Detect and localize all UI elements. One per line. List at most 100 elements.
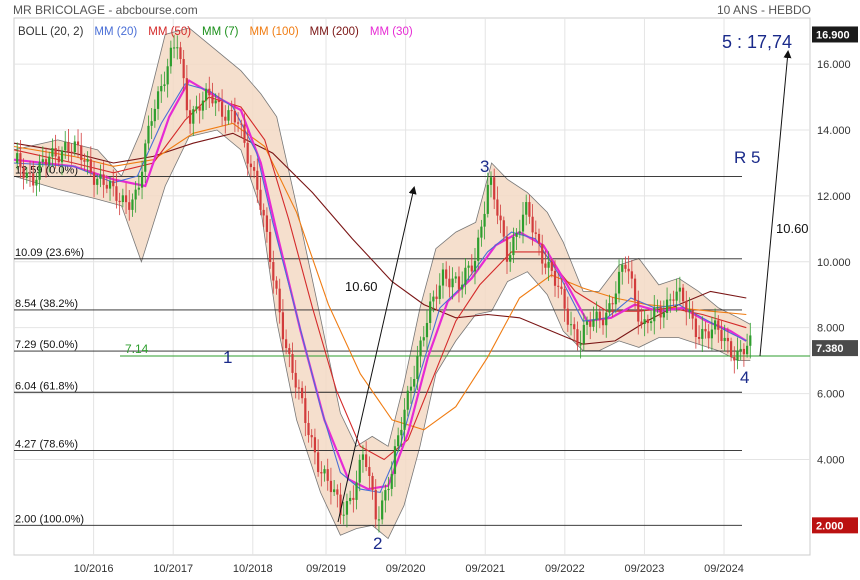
legend-item: MM (20) [94,26,137,38]
candle-body [643,319,646,324]
candle-body [201,100,204,111]
y-tick-label: 6.000 [817,389,845,401]
candle-body [358,459,361,483]
target-label: 5 : 17,74 [722,32,792,52]
candle-body [512,236,515,256]
legend-item: MM (7) [202,26,239,38]
candle-body [304,398,307,423]
y-tick-label: 16.000 [817,59,851,71]
candle-body [406,390,409,410]
candle-body [182,59,185,79]
y-tick-label: 14.000 [817,125,851,137]
support-label: 7.14 [125,342,149,356]
candle-body [172,47,176,49]
candle-body [76,141,80,146]
candle-body [611,303,614,305]
candle-body [505,236,509,262]
candle-body [403,409,406,430]
candle-body [749,335,752,346]
candle-body [621,264,624,272]
candle-body [64,142,67,151]
candle-body [477,237,480,261]
x-tick-label: 10/2016 [74,563,114,575]
candle-body [582,324,585,344]
legend-item: MM (50) [148,26,191,38]
candle-body [124,195,128,203]
candle-body [576,329,579,346]
candle-body [704,328,707,332]
candle-body [342,514,345,516]
candle-body [422,337,425,341]
candle-body [665,299,669,313]
candle-body [86,159,89,162]
candle-body [291,353,294,373]
candle-body [697,337,701,339]
candle-body [28,172,32,174]
candle-body [425,322,429,338]
candle-body [701,328,704,339]
candle-body [160,85,163,92]
fibonacci-level-label: 10.09 (23.6%) [15,247,84,259]
candle-body [589,321,592,327]
candle-body [736,350,739,361]
candle-body [547,261,550,268]
candle-body [259,189,262,210]
candle-body [323,469,326,474]
candle-body [393,446,397,474]
candle-body [445,269,448,279]
candle-body [67,142,70,152]
candle-body [150,121,153,126]
y-tick-label: 10.000 [817,257,851,269]
wave-1-label: 1 [223,348,232,367]
candle-body [166,66,169,85]
candle-body [217,100,220,103]
candle-body [646,319,649,324]
candle-body [262,209,265,216]
candle-body [371,475,374,490]
candle-body [381,500,384,520]
candle-body [640,321,643,324]
candle-body [454,276,457,279]
candle-body [630,271,633,279]
candle-body [230,110,233,112]
candle-body [188,110,192,124]
candle-body [448,278,451,288]
y-tick-label: 12.000 [817,191,851,203]
candle-body [288,348,291,354]
candle-body [70,151,73,153]
candle-body [573,324,576,330]
candle-body [685,301,688,313]
candle-body [541,243,544,264]
candle-body [246,142,249,164]
candle-body [128,202,131,210]
candle-body [233,110,236,123]
candle-body [457,276,461,290]
candle-body [352,497,355,500]
candle-body [496,199,499,216]
candle-body [566,308,569,325]
candle-body [544,263,547,268]
candle-body [265,215,269,232]
candle-body [688,310,691,313]
candle-body [102,174,105,185]
x-tick-label: 09/2024 [704,563,744,575]
candle-body [310,435,313,438]
low-price-tag: 2.000 [816,520,844,532]
candle-body [489,177,493,185]
candle-body [413,378,416,387]
candle-body [662,312,665,318]
measure-arrow-right [759,50,792,357]
candle-body [528,202,531,217]
candle-body [368,467,371,476]
last-price-tag: 7.380 [816,343,844,355]
legend-item: BOLL (20, 2) [18,26,84,38]
candle-body [537,233,541,244]
candle-body [25,172,28,178]
chart-root: MR BRICOLAGE - abcbourse.com 10 ANS - HE… [0,0,860,580]
candle-body [729,341,733,358]
candle-body [633,278,637,301]
candle-body [176,47,179,49]
candle-body [35,179,38,186]
candle-body [659,307,662,318]
candle-body [281,312,285,340]
